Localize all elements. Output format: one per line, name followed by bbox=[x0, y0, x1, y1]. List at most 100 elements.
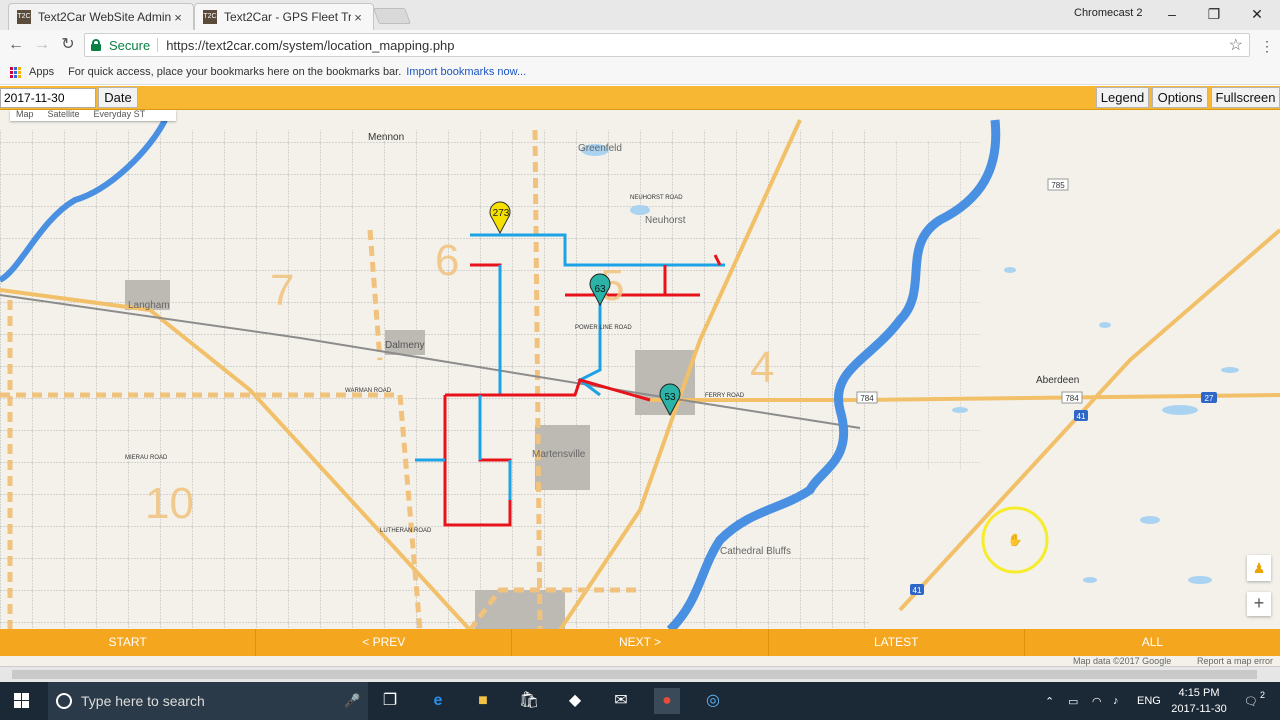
legend-button[interactable]: Legend bbox=[1096, 87, 1149, 108]
date-button[interactable]: Date bbox=[98, 87, 138, 108]
report-map-error-link[interactable]: Report a map error bbox=[1197, 656, 1273, 666]
volume-icon[interactable]: ♪ bbox=[1113, 682, 1119, 720]
map-type-option[interactable]: Map bbox=[16, 110, 34, 121]
highway-label: 785 bbox=[1051, 181, 1065, 190]
file-explorer-icon[interactable]: ■ bbox=[470, 688, 496, 714]
marker-label: 53 bbox=[664, 392, 676, 403]
road-label: NEUHORST ROAD bbox=[630, 195, 683, 201]
place-label: Langham bbox=[128, 300, 170, 311]
start-button[interactable]: START bbox=[0, 629, 257, 656]
marker-label: 273 bbox=[493, 208, 510, 219]
horizontal-scrollbar[interactable] bbox=[0, 666, 1280, 682]
notification-center-icon[interactable]: 🗨 bbox=[1244, 682, 1258, 720]
tab-title: Text2Car WebSite Admin bbox=[38, 10, 171, 24]
place-label: Neuhorst bbox=[645, 215, 686, 226]
road-label: POWER LINE ROAD bbox=[575, 325, 632, 331]
zone-label: 7 bbox=[270, 266, 294, 315]
tab-close-icon[interactable]: × bbox=[171, 10, 185, 25]
next-button[interactable]: NEXT > bbox=[512, 629, 769, 656]
latest-button[interactable]: LATEST bbox=[769, 629, 1025, 656]
notification-count: 2 bbox=[1260, 690, 1266, 700]
minimize-icon[interactable]: – bbox=[1157, 4, 1187, 24]
history-navigation-bar: START < PREV NEXT > LATEST ALL bbox=[0, 629, 1280, 656]
battery-icon[interactable]: ▭ bbox=[1068, 682, 1078, 720]
options-button[interactable]: Options bbox=[1152, 87, 1208, 108]
place-label: Aberdeen bbox=[1036, 375, 1079, 386]
map-canvas[interactable]: 785 784 784 27 41 41 7 6 5 4 10 NEUHORST… bbox=[0, 110, 1280, 630]
browser-tab-strip: T2C Text2Car WebSite Admin × T2C Text2Ca… bbox=[0, 0, 1280, 30]
apps-link[interactable]: Apps bbox=[29, 66, 54, 78]
zoom-in-button[interactable]: + bbox=[1247, 592, 1271, 616]
bookmark-star-icon[interactable]: ☆ bbox=[1229, 35, 1243, 55]
map-type-option[interactable]: Everyday ST bbox=[94, 110, 146, 121]
dropbox-icon[interactable]: ◆ bbox=[562, 688, 588, 714]
show-hidden-icons[interactable]: ⌃ bbox=[1045, 682, 1054, 720]
highway-label: 784 bbox=[1065, 394, 1079, 403]
prev-button[interactable]: < PREV bbox=[256, 629, 513, 656]
back-arrow-icon[interactable]: ← bbox=[6, 35, 26, 55]
tab-favicon-icon: T2C bbox=[17, 10, 31, 24]
zone-label: 4 bbox=[750, 343, 774, 392]
highway-label: 27 bbox=[1205, 394, 1214, 403]
place-label: Dalmeny bbox=[385, 340, 424, 351]
omnibox-divider bbox=[157, 38, 159, 52]
hand-cursor-icon: ✋ bbox=[1008, 533, 1023, 547]
secure-label: Secure bbox=[109, 37, 151, 53]
all-button[interactable]: ALL bbox=[1025, 629, 1280, 656]
highway-label: 41 bbox=[913, 586, 922, 595]
highway-label: 784 bbox=[860, 394, 874, 403]
tab-website-admin[interactable]: T2C Text2Car WebSite Admin × bbox=[8, 3, 194, 30]
scrollbar-thumb[interactable] bbox=[12, 670, 1257, 679]
store-icon[interactable]: 🛍 bbox=[516, 688, 542, 714]
cortana-app-icon[interactable]: ◎ bbox=[700, 688, 726, 714]
taskbar-clock[interactable]: 4:15 PM 2017-11-30 bbox=[1164, 685, 1234, 717]
place-label: Mennon bbox=[368, 132, 404, 143]
map-type-option[interactable]: Satellite bbox=[48, 110, 80, 121]
tab-close-icon[interactable]: × bbox=[351, 10, 365, 25]
place-label: Martensville bbox=[532, 449, 586, 460]
task-view-icon[interactable]: ❐ bbox=[377, 688, 403, 714]
import-bookmarks-link[interactable]: Import bookmarks now... bbox=[406, 66, 526, 78]
tab-favicon-icon: T2C bbox=[203, 10, 217, 24]
address-bar[interactable]: Secure https://text2car.com/system/locat… bbox=[84, 33, 1250, 57]
windows-taskbar: Type here to search 🎤 ❐ e ■ 🛍 ◆ ✉ ● ◎ ⌃ … bbox=[0, 682, 1280, 720]
fullscreen-button[interactable]: Fullscreen bbox=[1211, 87, 1280, 108]
zone-label: 10 bbox=[145, 479, 194, 528]
chrome-icon[interactable]: ● bbox=[654, 688, 680, 714]
url-text[interactable]: https://text2car.com/system/location_map… bbox=[166, 38, 454, 53]
place-label: Cathedral Bluffs bbox=[720, 546, 791, 557]
lock-icon bbox=[91, 39, 101, 51]
taskbar-search-box[interactable]: Type here to search 🎤 bbox=[48, 682, 368, 720]
profile-name[interactable]: Chromecast 2 bbox=[1074, 7, 1142, 19]
road-label: LUTHERAN ROAD bbox=[380, 528, 432, 534]
cortana-icon[interactable] bbox=[56, 693, 72, 709]
tab-gps-fleet-tracking[interactable]: T2C Text2Car - GPS Fleet Trac × bbox=[194, 3, 374, 30]
bookmarks-hint: For quick access, place your bookmarks h… bbox=[68, 66, 402, 78]
microphone-icon[interactable]: 🎤 bbox=[344, 693, 360, 709]
chrome-menu-icon[interactable]: ⋮ bbox=[1260, 38, 1274, 55]
edge-browser-icon[interactable]: e bbox=[425, 688, 451, 714]
windows-start-icon[interactable] bbox=[14, 693, 29, 708]
date-input[interactable] bbox=[0, 88, 96, 108]
wifi-icon[interactable]: ◠ bbox=[1092, 682, 1102, 720]
tab-title: Text2Car - GPS Fleet Trac bbox=[224, 10, 351, 24]
mail-icon[interactable]: ✉ bbox=[608, 688, 634, 714]
map-type-control[interactable]: Map Satellite Everyday ST bbox=[10, 110, 176, 121]
bookmarks-bar: Apps For quick access, place your bookma… bbox=[0, 60, 1280, 85]
language-indicator[interactable]: ENG bbox=[1137, 682, 1161, 720]
zone-label: 6 bbox=[435, 236, 459, 285]
street-view-pegman-icon[interactable]: ♟ bbox=[1247, 555, 1271, 581]
window-close-icon[interactable]: ✕ bbox=[1242, 4, 1272, 24]
clock-time: 4:15 PM bbox=[1178, 687, 1220, 699]
forward-arrow-icon[interactable]: → bbox=[32, 35, 52, 55]
reload-icon[interactable]: ↻ bbox=[58, 35, 78, 55]
restore-icon[interactable]: ❐ bbox=[1199, 4, 1229, 24]
map-attribution: Map data ©2017 Google bbox=[1073, 656, 1172, 666]
highway-label: 41 bbox=[1077, 412, 1086, 421]
place-label: Greenfeld bbox=[578, 143, 622, 154]
map-svg: 785 784 784 27 41 41 7 6 5 4 10 NEUHORST… bbox=[0, 118, 1280, 630]
browser-toolbar: ← → ↻ Secure https://text2car.com/system… bbox=[0, 30, 1280, 60]
new-tab-button[interactable] bbox=[373, 8, 411, 24]
apps-grid-icon[interactable] bbox=[10, 66, 21, 78]
road-label: WARMAN ROAD bbox=[345, 388, 392, 394]
